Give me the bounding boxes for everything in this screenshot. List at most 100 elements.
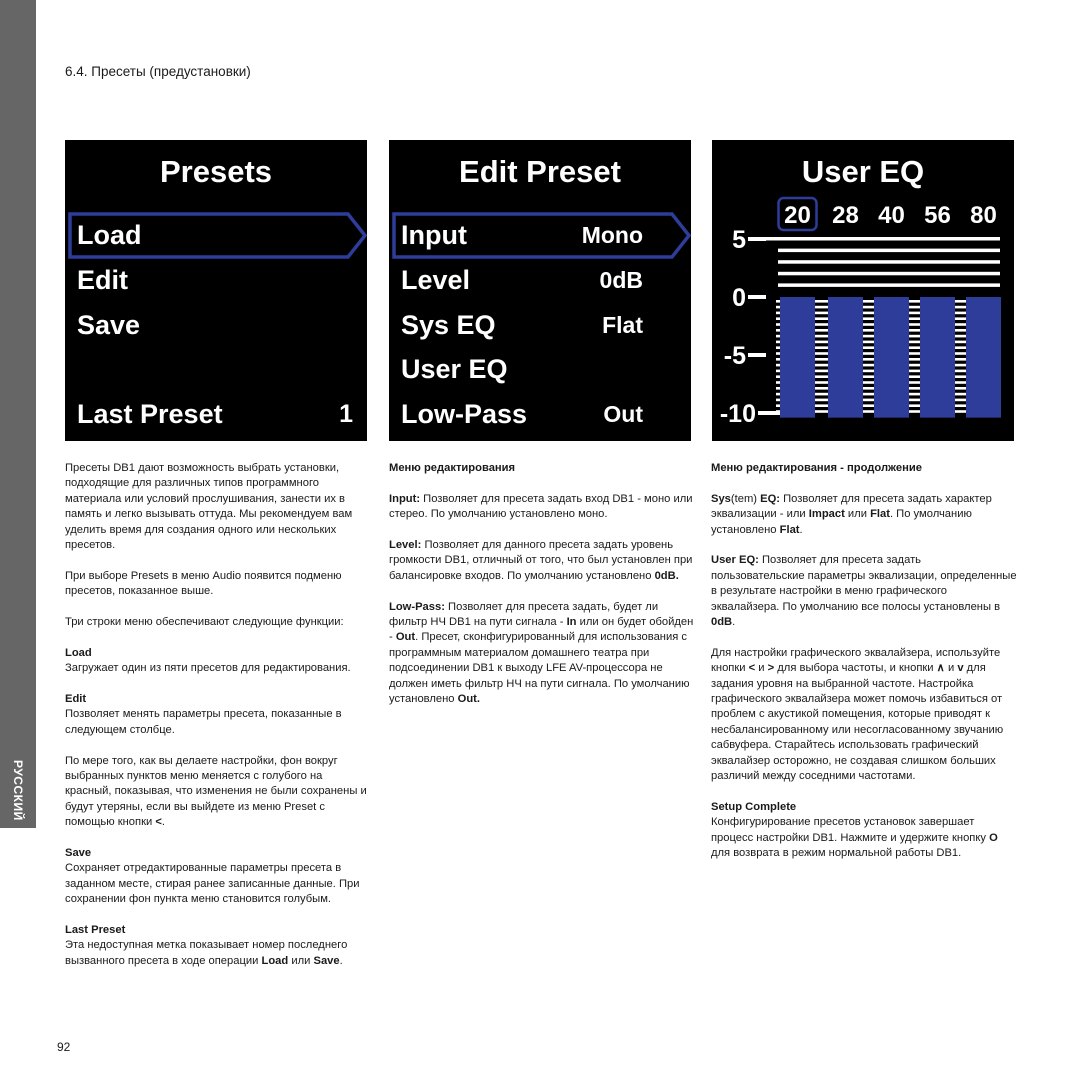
grid-dash	[909, 363, 920, 367]
grid-dash	[815, 317, 828, 320]
grid-dash	[776, 340, 780, 344]
text: .	[161, 816, 165, 829]
paragraph: Для настройки графического эквалайзера, …	[711, 646, 1017, 785]
grid-dash	[776, 329, 780, 332]
bold-text: EQ:	[760, 492, 781, 505]
grid-dash	[776, 300, 780, 303]
grid-dash	[955, 404, 966, 407]
grid-dash	[776, 375, 780, 378]
text: При выборе Presets в меню Audio появится…	[65, 569, 342, 598]
paragraph: User EQ: Позволяет для пресета задать по…	[711, 553, 1017, 630]
menu-item-label: Low-Pass	[401, 399, 528, 429]
subheading: Save	[65, 847, 92, 860]
bold-text: Меню редактирования	[389, 462, 516, 474]
grid-dash	[955, 317, 966, 320]
grid-dash	[776, 387, 780, 390]
grid-dash	[863, 404, 874, 407]
eq-bar	[920, 297, 955, 418]
grid-dash	[909, 305, 920, 309]
bold-text: Save	[313, 954, 340, 967]
menu-item-low-pass[interactable]: Low-Pass Out	[399, 394, 683, 434]
eq-bar	[780, 297, 815, 418]
grid-dash	[863, 317, 874, 320]
bold-text: In	[566, 616, 577, 629]
grid-dash	[776, 398, 780, 402]
menu-item-save[interactable]: Save	[75, 305, 359, 345]
grid-dash	[815, 358, 828, 361]
y-tick-mark	[748, 237, 766, 241]
bold-text: 0dB	[711, 616, 733, 629]
menu-item-value: 0dB	[599, 267, 643, 293]
menu-item-value: Flat	[602, 312, 643, 338]
paragraph: Low-Pass: Позволяет для пресета задать, …	[389, 600, 695, 708]
grid-dash	[815, 410, 828, 413]
screen-title: Edit Preset	[459, 154, 621, 189]
menu-item-level[interactable]: Level 0dB	[399, 260, 683, 300]
band-label: 28	[832, 202, 859, 229]
menu-item-last-preset[interactable]: Last Preset 1	[75, 394, 359, 434]
eq-bar	[874, 297, 909, 418]
paragraph: Setup Complete Конфигурирование пресетов …	[711, 800, 1017, 862]
grid-dash	[909, 387, 920, 390]
grid-dash	[776, 369, 780, 373]
menu-item-input[interactable]: Input Mono	[399, 215, 683, 255]
menu-item-label: Sys EQ	[401, 310, 496, 340]
bold-text: Load	[261, 954, 289, 967]
grid-dash	[776, 311, 780, 315]
grid-dash	[909, 375, 920, 378]
text: По мере того, как вы делаете настройки, …	[65, 754, 367, 829]
grid-dash	[909, 392, 920, 396]
paragraph: Sys(tem) EQ: Позволяет для пресета задат…	[711, 492, 1017, 538]
grid-line	[778, 248, 1000, 253]
grid-dash	[909, 410, 920, 413]
grid-dash	[863, 311, 874, 315]
paragraph: Load Загружает один из пяти пресетов для …	[65, 646, 371, 677]
grid-dash	[955, 323, 966, 326]
bold-text: Flat	[779, 523, 800, 536]
grid-dash	[909, 329, 920, 332]
grid-dash	[815, 375, 828, 378]
grid-dash	[863, 375, 874, 378]
subheading: Setup Complete	[711, 800, 797, 813]
page-number: 92	[57, 1040, 71, 1054]
grid-line	[766, 237, 1000, 241]
bold-text: Level:	[389, 539, 422, 551]
grid-dash	[955, 398, 966, 402]
grid-dash	[955, 369, 966, 373]
menu-item-value: Out	[603, 401, 643, 427]
grid-dash	[863, 358, 874, 361]
y-tick-label: 5	[732, 226, 746, 254]
menu-item-user-eq[interactable]: User EQ	[399, 349, 683, 389]
grid-line	[778, 271, 1000, 276]
language-tab: РУССКИЙ	[0, 0, 36, 828]
grid-dash	[815, 392, 828, 396]
text: .	[339, 954, 343, 967]
grid-dash	[863, 381, 874, 384]
menu-item-label: Save	[77, 310, 141, 340]
bold-text: Sys	[711, 492, 731, 505]
bold-text: Flat	[870, 508, 890, 521]
user-eq-screen: User EQ 20 28 40 56 80 5 0 -5 -10	[712, 140, 1014, 441]
grid-dash	[815, 346, 828, 349]
y-tick-mark	[748, 295, 766, 299]
bold-text: Out.	[457, 693, 481, 706]
y-tick-label: -10	[720, 400, 756, 428]
text: и	[944, 662, 958, 675]
grid-dash	[815, 363, 828, 367]
menu-item-edit[interactable]: Edit	[75, 260, 359, 300]
grid-dash	[955, 334, 966, 338]
text: Позволяет для пресета задать вход DB1 - …	[389, 492, 693, 521]
menu-item-load[interactable]: Load	[75, 215, 359, 255]
grid-dash	[955, 375, 966, 378]
bold-text: Out	[395, 631, 416, 644]
grid-dash	[815, 352, 828, 355]
grid-dash	[909, 369, 920, 373]
text: Три строки меню обеспечивают следующие ф…	[65, 616, 344, 629]
grid-dash	[863, 369, 874, 373]
text: Позволяет для данного пресета задать уро…	[389, 539, 693, 582]
menu-item-sys-eq[interactable]: Sys EQ Flat	[399, 305, 683, 345]
text: . Пресет, сконфигурированный для использ…	[389, 631, 690, 706]
grid-line	[778, 283, 1000, 287]
menu-item-label: Last Preset	[77, 399, 223, 429]
text-column-2: Меню редактирования Input: Позволяет для …	[389, 461, 695, 723]
